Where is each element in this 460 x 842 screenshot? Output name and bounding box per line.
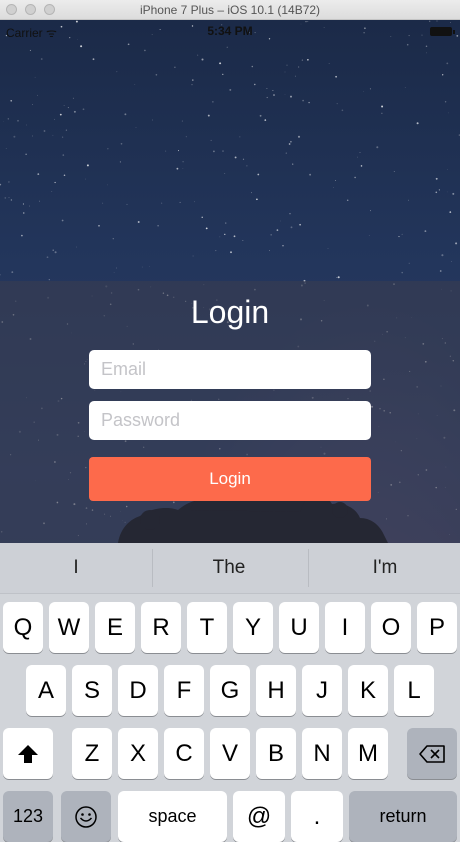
shift-icon: [18, 744, 38, 763]
delete-icon: [419, 744, 445, 763]
key-w[interactable]: W: [49, 602, 89, 653]
key-y[interactable]: Y: [233, 602, 273, 653]
at-key[interactable]: @: [233, 791, 285, 842]
key-r[interactable]: R: [141, 602, 181, 653]
status-bar: Carrier ᯤ 5:34 PM: [0, 20, 460, 42]
emoji-icon: [75, 805, 97, 828]
key-c[interactable]: C: [164, 728, 204, 779]
delete-key[interactable]: [407, 728, 457, 779]
login-title: Login: [190, 294, 270, 330]
key-i[interactable]: I: [325, 602, 365, 653]
key-k[interactable]: K: [348, 665, 388, 716]
key-v[interactable]: V: [210, 728, 250, 779]
emoji-key[interactable]: [61, 791, 111, 842]
status-time: 5:34 PM: [207, 24, 253, 38]
predictive-suggestion-bar: I The I'm: [0, 543, 460, 594]
email-field[interactable]: [89, 350, 371, 389]
dot-key[interactable]: .: [291, 791, 343, 842]
key-b[interactable]: B: [256, 728, 296, 779]
key-h[interactable]: H: [256, 665, 296, 716]
key-e[interactable]: E: [95, 602, 135, 653]
login-button[interactable]: Login: [89, 457, 371, 501]
key-u[interactable]: U: [279, 602, 319, 653]
battery-icon: [430, 27, 455, 36]
window-title: iPhone 7 Plus – iOS 10.1 (14B72): [139, 3, 321, 17]
simulator-title-bar: iPhone 7 Plus – iOS 10.1 (14B72): [0, 0, 460, 20]
key-z[interactable]: Z: [72, 728, 112, 779]
key-q[interactable]: Q: [3, 602, 43, 653]
space-key[interactable]: space: [118, 791, 227, 842]
key-j[interactable]: J: [302, 665, 342, 716]
suggestion-3[interactable]: I'm: [309, 543, 460, 593]
suggestion-1[interactable]: I: [0, 543, 152, 593]
key-p[interactable]: P: [417, 602, 457, 653]
key-g[interactable]: G: [210, 665, 250, 716]
suggestion-2[interactable]: The: [153, 543, 305, 593]
key-a[interactable]: A: [26, 665, 66, 716]
password-field[interactable]: [89, 401, 371, 440]
key-m[interactable]: M: [348, 728, 388, 779]
ios-keyboard: I The I'm Q W E R T Y U I O P A S D F G …: [0, 543, 460, 842]
return-key[interactable]: return: [349, 791, 457, 842]
key-t[interactable]: T: [187, 602, 227, 653]
key-d[interactable]: D: [118, 665, 158, 716]
shift-key[interactable]: [3, 728, 53, 779]
key-n[interactable]: N: [302, 728, 342, 779]
app-screen: Carrier ᯤ 5:34 PM Login Login I The I'm …: [0, 20, 460, 842]
key-l[interactable]: L: [394, 665, 434, 716]
numbers-key[interactable]: 123: [3, 791, 53, 842]
key-o[interactable]: O: [371, 602, 411, 653]
key-s[interactable]: S: [72, 665, 112, 716]
key-x[interactable]: X: [118, 728, 158, 779]
key-f[interactable]: F: [164, 665, 204, 716]
